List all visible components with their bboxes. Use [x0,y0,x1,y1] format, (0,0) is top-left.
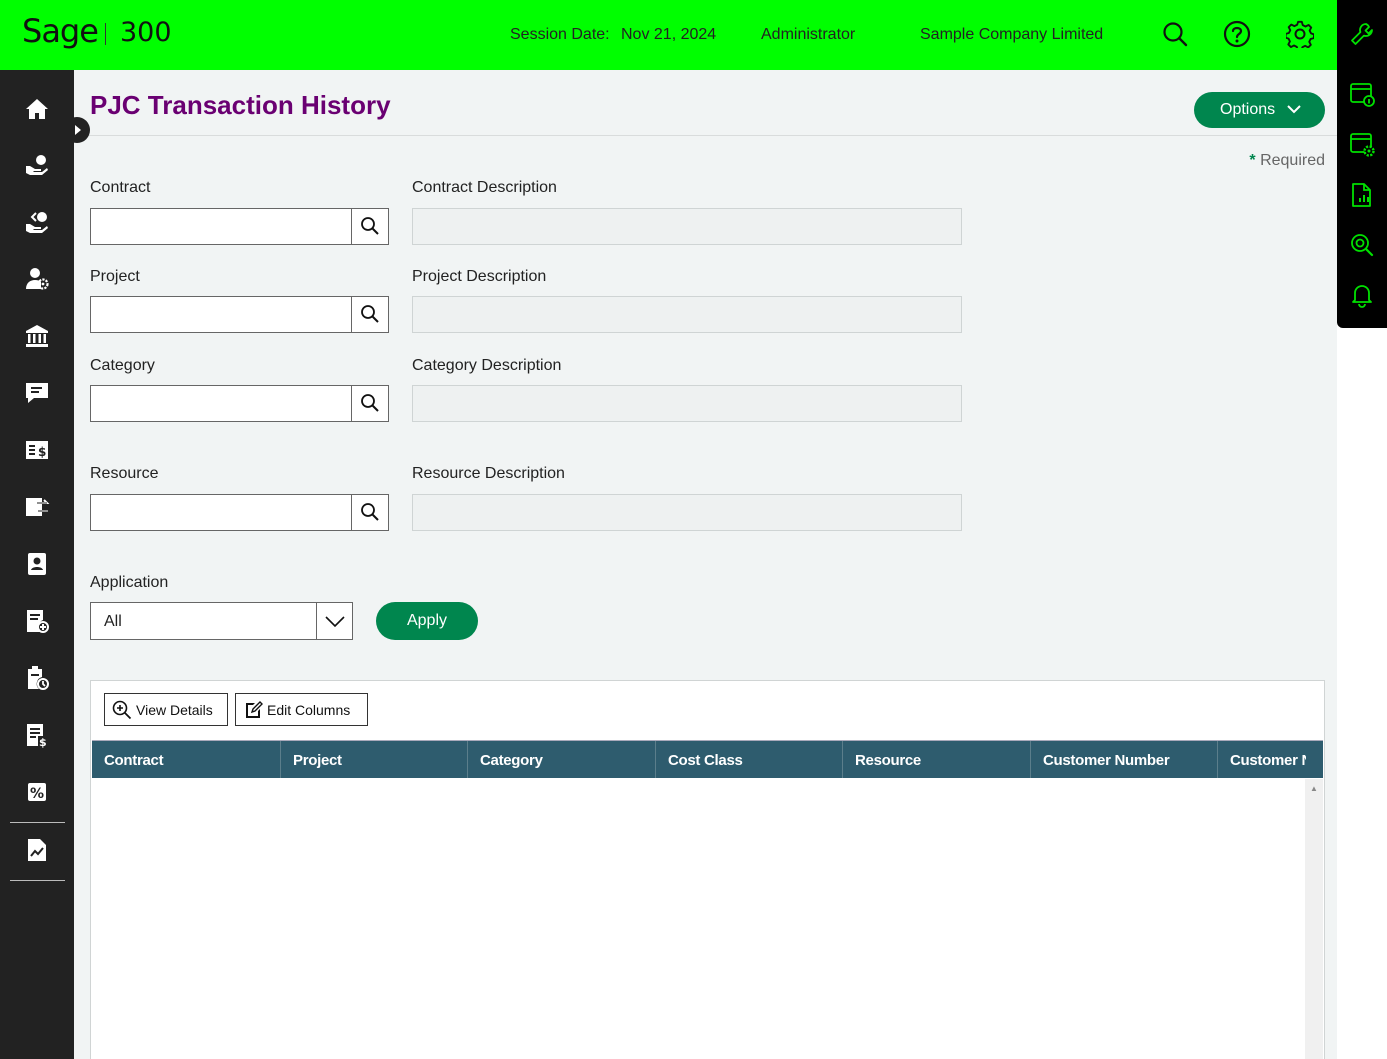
nav-divider [10,880,65,881]
column-header-customer-number[interactable]: Customer Number [1031,741,1218,778]
tax-icon[interactable]: % [24,779,50,805]
svg-text:$: $ [38,445,46,459]
sage-logo[interactable]: Sage [22,12,99,50]
home-icon[interactable] [24,96,50,122]
order-entry-icon[interactable] [24,608,50,634]
search-icon[interactable] [1161,20,1189,48]
column-header-category[interactable]: Category [468,741,656,778]
cash-icon[interactable]: $ [24,437,50,463]
general-ledger-icon[interactable] [24,152,50,178]
resource-label: Resource [90,465,159,482]
svg-text:%: % [30,786,44,802]
column-header-project[interactable]: Project [281,741,468,778]
messaging-icon[interactable] [24,380,50,406]
wrench-icon[interactable] [1349,21,1375,47]
company-name[interactable]: Sample Company Limited [920,26,1103,44]
category-description-label: Category Description [412,357,562,374]
session-date-label: Session Date: [510,26,610,43]
main-content: PJC Transaction History Options * Requir… [74,70,1337,1059]
title-divider [74,135,1337,136]
column-header-contract[interactable]: Contract [92,741,281,778]
grid-body: ▲ [92,779,1323,1059]
view-details-button[interactable]: View Details [104,693,228,726]
invoices-icon[interactable]: $ [24,722,50,749]
session-date-value[interactable]: Nov 21, 2024 [621,26,716,44]
required-note: * Required [1249,152,1325,170]
nav-expand-toggle[interactable] [64,117,90,143]
nav-divider [10,822,65,823]
resource-description-field [412,494,962,531]
page-title: PJC Transaction History [90,90,391,120]
help-icon[interactable] [1223,20,1251,48]
search-icon [361,305,379,323]
contract-field[interactable] [90,208,389,245]
left-nav: $ $ % [0,70,74,1059]
column-header-cost-class[interactable]: Cost Class [656,741,843,778]
project-job-costing-icon[interactable] [24,665,50,691]
window-info-icon[interactable] [1349,81,1375,107]
contract-lookup-button[interactable] [351,209,388,244]
chevron-down-icon [325,616,345,628]
category-field[interactable] [90,385,389,422]
settings-icon[interactable] [1284,20,1315,52]
options-button[interactable]: Options [1194,92,1325,128]
contract-label: Contract [90,179,151,196]
search-icon [361,217,379,235]
grid-header: Contract Project Category Cost Class Res… [92,740,1323,778]
category-description-field [412,385,962,422]
results-grid: View Details Edit Columns Contract Proje… [90,680,1325,1059]
accounts-payable-icon[interactable] [24,209,50,235]
report-icon[interactable] [1349,182,1375,208]
project-label: Project [90,268,140,285]
application-value: All [104,613,122,630]
project-description-label: Project Description [412,268,547,285]
contract-description-field [412,208,962,245]
edit-columns-label: Edit Columns [267,702,351,718]
analytics-icon[interactable] [24,837,50,863]
inquiry-icon[interactable] [1349,232,1375,258]
column-header-customer-name[interactable]: Customer N [1218,741,1306,778]
required-label: Required [1260,152,1325,169]
bell-icon[interactable] [1349,282,1375,308]
apply-button[interactable]: Apply [376,602,478,640]
options-label: Options [1220,101,1276,118]
resource-lookup-button[interactable] [351,495,388,530]
resource-field[interactable] [90,494,389,531]
transfer-icon[interactable] [24,494,50,520]
grid-scrollbar[interactable]: ▲ [1305,779,1323,1059]
user-name[interactable]: Administrator [761,26,855,44]
project-description-field [412,296,962,333]
resource-description-label: Resource Description [412,465,565,482]
edit-columns-button[interactable]: Edit Columns [235,693,368,726]
search-icon [361,503,379,521]
bank-icon[interactable] [24,323,50,349]
required-marker: * [1249,152,1256,169]
scroll-up-arrow[interactable]: ▲ [1310,784,1318,793]
application-select[interactable]: All [90,602,353,640]
view-details-label: View Details [136,702,213,718]
project-field[interactable] [90,296,389,333]
window-settings-icon[interactable] [1349,131,1375,157]
svg-text:$: $ [39,736,47,748]
contract-description-label: Contract Description [412,179,557,196]
zoom-in-icon [112,700,132,720]
top-bar: Sage 300 Session Date: Nov 21, 2024 Admi… [0,0,1337,70]
chevron-down-icon [1286,102,1302,121]
contacts-icon[interactable] [24,551,50,577]
logo-divider [105,23,106,45]
application-label: Application [90,574,169,591]
product-name: 300 [120,17,172,48]
category-label: Category [90,357,155,374]
edit-icon [246,701,263,718]
accounts-receivable-icon[interactable] [24,266,50,292]
search-icon [361,394,379,412]
right-tool-rail [1337,0,1387,328]
project-lookup-button[interactable] [351,297,388,332]
category-lookup-button[interactable] [351,386,388,421]
application-dropdown-button[interactable] [316,603,352,639]
column-header-resource[interactable]: Resource [843,741,1031,778]
